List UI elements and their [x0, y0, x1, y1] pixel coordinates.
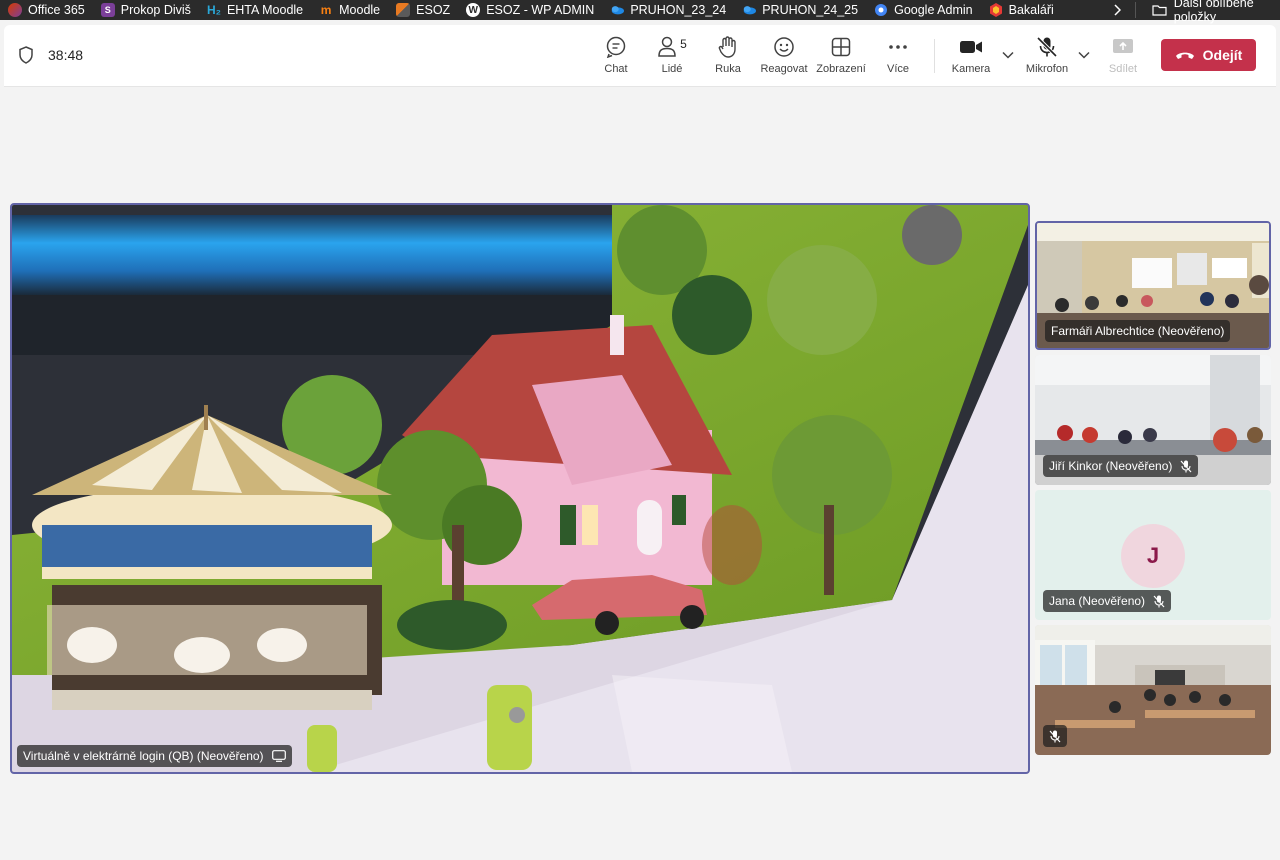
- onedrive-icon: [742, 3, 757, 17]
- other-bookmarks-folder[interactable]: Další oblíbené položky: [1146, 0, 1280, 24]
- avatar: J: [1121, 524, 1185, 588]
- main-video-feed: [12, 205, 1028, 772]
- share-label: Sdílet: [1108, 63, 1138, 75]
- camera-button[interactable]: Kamera: [943, 35, 999, 81]
- bookmark-ehta-moodle[interactable]: H₂ EHTA Moodle: [199, 0, 311, 20]
- microphone-button[interactable]: Mikrofon: [1019, 35, 1075, 81]
- bookmark-label: Office 365: [28, 3, 85, 17]
- stage-participant-name: Virtuálně v elektrárně login (QB) (Neově…: [23, 749, 264, 763]
- bookmark-label: ESOZ: [416, 3, 451, 17]
- participant-name: Jiří Kinkor (Neověřeno): [1049, 459, 1173, 473]
- view-button[interactable]: Zobrazení: [813, 35, 869, 81]
- participant-tile[interactable]: Jiří Kinkor (Neověřeno): [1035, 355, 1271, 485]
- camera-label: Kamera: [951, 63, 991, 75]
- participant-video-classroom: [1035, 625, 1271, 755]
- participant-mute-badge: [1043, 725, 1067, 747]
- chat-icon: [606, 36, 626, 58]
- bookmark-pruhon-24-25[interactable]: PRUHON_24_25: [734, 0, 866, 20]
- main-video-stage[interactable]: Virtuálně v elektrárně login (QB) (Neově…: [10, 203, 1030, 774]
- mic-muted-icon: [1049, 730, 1061, 742]
- participant-name-tag: Farmáři Albrechtice (Neověřeno): [1045, 320, 1231, 342]
- bakalari-icon: [989, 3, 1003, 17]
- participant-tile[interactable]: [1035, 625, 1271, 755]
- other-bookmarks-label: Další oblíbené položky: [1173, 0, 1254, 24]
- chat-button[interactable]: Chat: [588, 35, 644, 81]
- mic-muted-icon: [1153, 595, 1165, 607]
- screen-share-badge-icon: [271, 750, 286, 762]
- people-icon: [658, 36, 676, 57]
- view-label: Zobrazení: [816, 63, 866, 75]
- participant-name: Jana (Neověřeno): [1049, 594, 1146, 608]
- participant-name-tag: Jana (Neověřeno): [1043, 590, 1172, 612]
- divider: [1134, 2, 1136, 18]
- share-button[interactable]: Sdílet: [1095, 35, 1151, 81]
- bookmark-pruhon-23-24[interactable]: PRUHON_23_24: [602, 0, 734, 20]
- bookmark-bakalari[interactable]: Bakaláři: [981, 0, 1062, 20]
- google-admin-icon: [874, 3, 888, 17]
- people-button[interactable]: 5 Lidé: [644, 35, 700, 81]
- people-label: Lidé: [661, 63, 683, 75]
- bookmark-label: EHTA Moodle: [226, 3, 304, 17]
- wordpress-icon: W: [466, 3, 481, 17]
- smiley-icon: [774, 37, 794, 57]
- hand-label: Ruka: [715, 63, 741, 75]
- raise-hand-button[interactable]: Ruka: [700, 35, 756, 81]
- more-label: Více: [886, 63, 909, 75]
- bookmarks-overflow-chevron-icon[interactable]: [1106, 4, 1129, 16]
- chat-label: Chat: [604, 63, 628, 75]
- bookmark-label: Prokop Diviš: [120, 3, 191, 17]
- mic-off-icon: [1036, 36, 1058, 58]
- meeting-control-bar: 38:48 Chat 5 Lidé Ruka Reagovat Zobrazen…: [4, 25, 1276, 87]
- bookmark-label: ESOZ - WP ADMIN: [486, 3, 595, 17]
- meeting-timer: 38:48: [18, 46, 83, 64]
- bookmark-esoz[interactable]: ESOZ: [388, 0, 458, 20]
- participant-name-tag: Jiří Kinkor (Neověřeno): [1043, 455, 1199, 477]
- bookmarks-bar: Office 365 S Prokop Diviš H₂ EHTA Moodle…: [0, 0, 1280, 24]
- bookmark-google-admin[interactable]: Google Admin: [866, 0, 981, 20]
- mic-options-chevron-icon[interactable]: [1077, 48, 1091, 62]
- bookmark-label: Moodle: [339, 3, 381, 17]
- leave-label: Odejít: [1202, 47, 1243, 63]
- timer-text: 38:48: [48, 47, 84, 63]
- more-dots-icon: [889, 45, 907, 49]
- folder-icon: [1152, 4, 1167, 16]
- people-count: 5: [680, 37, 687, 51]
- prokop-icon: S: [100, 3, 115, 17]
- bookmark-office-365[interactable]: Office 365: [0, 0, 93, 20]
- hand-icon: [718, 36, 736, 58]
- mic-muted-icon: [1180, 460, 1192, 472]
- participant-name: Farmáři Albrechtice (Neověřeno): [1051, 324, 1225, 338]
- toolbar-divider: [934, 39, 935, 73]
- react-button[interactable]: Reagovat: [756, 35, 812, 81]
- bookmark-prokop-divis[interactable]: S Prokop Diviš: [93, 0, 199, 20]
- onedrive-icon: [610, 3, 625, 17]
- grid-view-icon: [831, 37, 851, 57]
- share-screen-icon: [1113, 39, 1133, 53]
- shield-icon: [19, 46, 33, 64]
- bookmark-moodle[interactable]: m Moodle: [311, 0, 388, 20]
- more-button[interactable]: Více: [870, 35, 926, 81]
- participant-tile[interactable]: J Jana (Neověřeno): [1035, 490, 1271, 620]
- moodle-icon: m: [320, 3, 332, 17]
- ehta-h2-icon: H₂: [206, 3, 221, 17]
- phone-hangup-icon: [1175, 52, 1194, 59]
- stage-name-tag: Virtuálně v elektrárně login (QB) (Neově…: [17, 745, 292, 767]
- react-label: Reagovat: [760, 63, 808, 75]
- leave-button[interactable]: Odejít: [1161, 39, 1256, 71]
- esoz-icon: [396, 3, 411, 17]
- camera-icon: [960, 41, 982, 53]
- participant-tile[interactable]: Farmáři Albrechtice (Neověřeno): [1035, 221, 1271, 350]
- camera-options-chevron-icon[interactable]: [1001, 48, 1015, 62]
- mic-label: Mikrofon: [1025, 63, 1069, 75]
- office-icon: [8, 3, 22, 17]
- bookmark-label: PRUHON_23_24: [630, 3, 727, 17]
- avatar-initial: J: [1146, 543, 1160, 568]
- bookmark-label: PRUHON_24_25: [762, 3, 859, 17]
- bookmark-label: Google Admin: [894, 3, 973, 17]
- bookmark-label: Bakaláři: [1008, 3, 1054, 17]
- bookmark-esoz-wp-admin[interactable]: W ESOZ - WP ADMIN: [458, 0, 602, 20]
